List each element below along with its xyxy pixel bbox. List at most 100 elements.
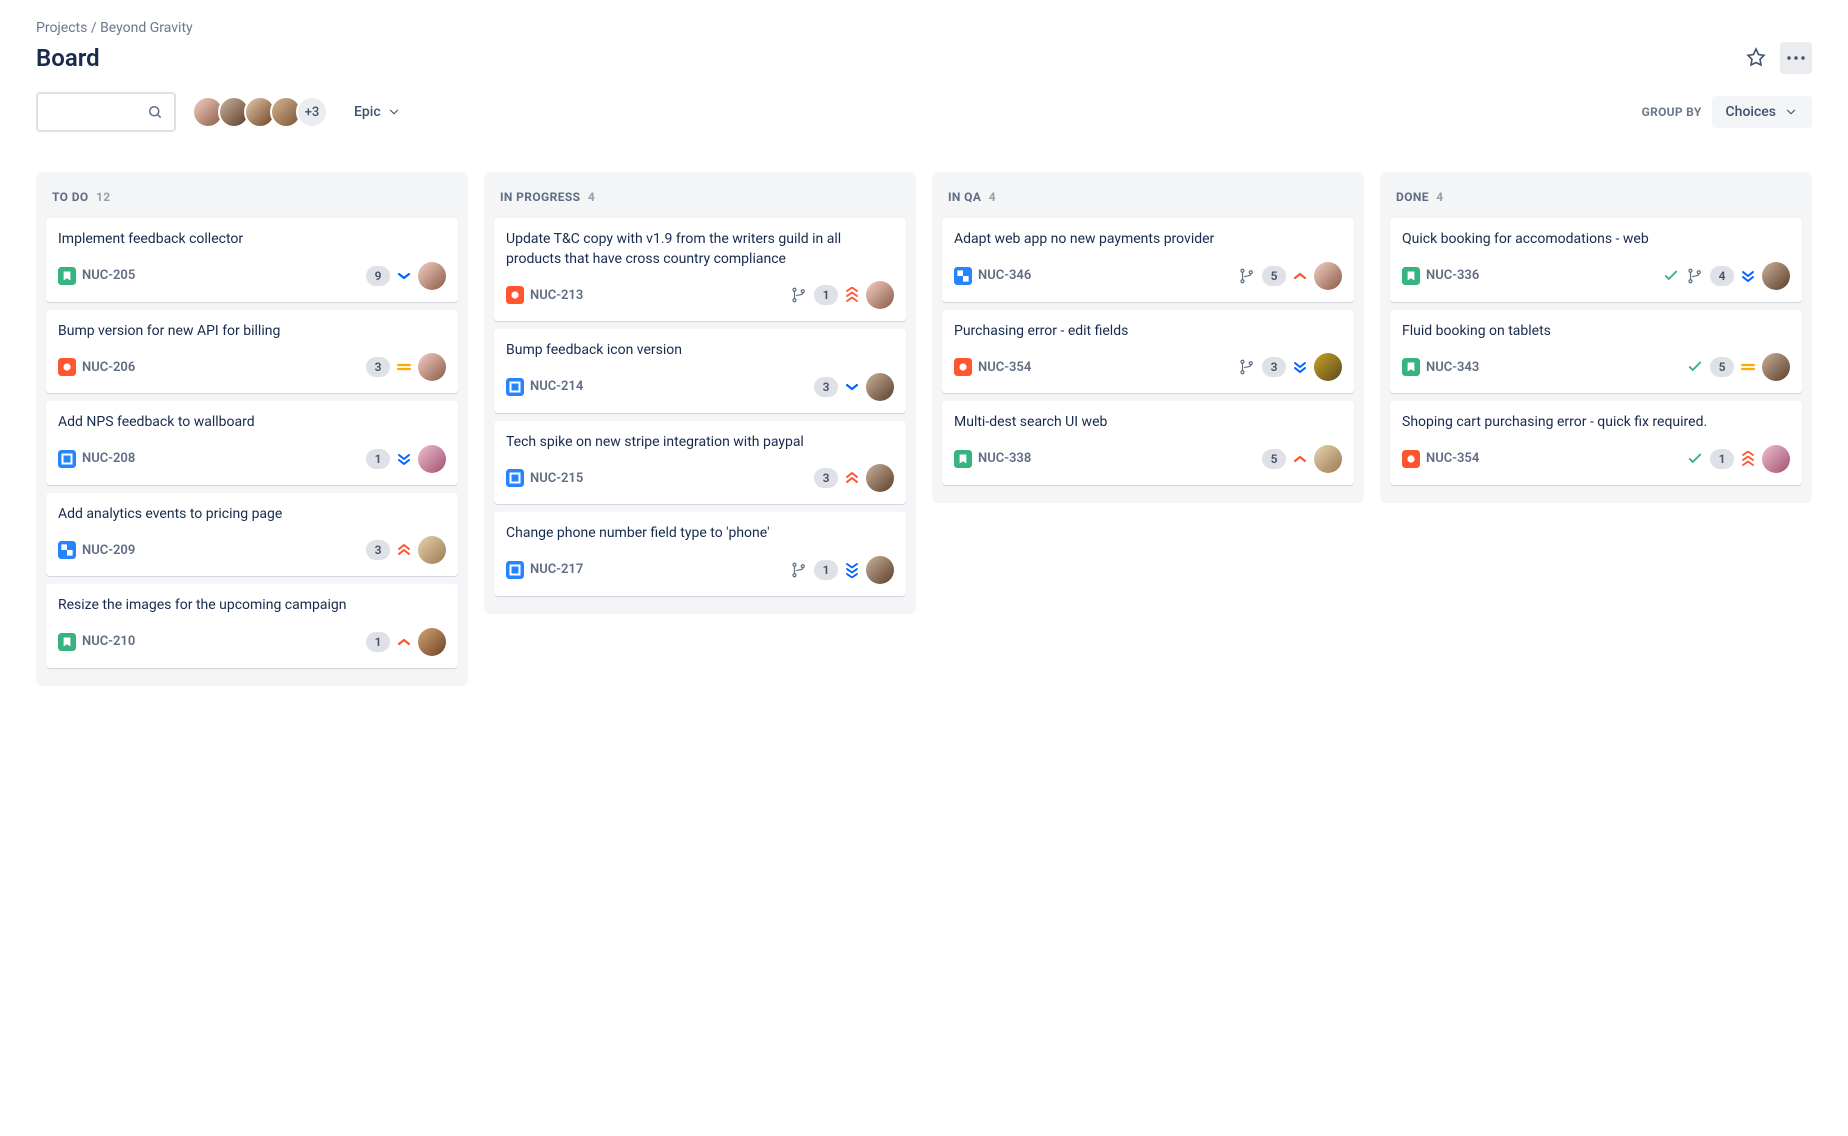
- issue-card[interactable]: Update T&C copy with v1.9 from the write…: [494, 218, 906, 321]
- assignee-avatar[interactable]: [418, 628, 446, 656]
- assignee-avatar[interactable]: [418, 353, 446, 381]
- column-title: IN QA: [948, 190, 981, 204]
- card-title: Update T&C copy with v1.9 from the write…: [506, 230, 894, 269]
- assignee-avatar[interactable]: [866, 556, 894, 584]
- assignee-avatar[interactable]: [418, 445, 446, 473]
- issue-key: NUC-354: [978, 360, 1031, 375]
- assignee-avatar[interactable]: [1762, 353, 1790, 381]
- column-title: IN PROGRESS: [500, 190, 580, 204]
- issue-card[interactable]: Bump version for new API for billingNUC-…: [46, 310, 458, 394]
- column-count: 4: [989, 190, 996, 204]
- issue-card[interactable]: Implement feedback collectorNUC-2059: [46, 218, 458, 302]
- star-button[interactable]: [1740, 42, 1772, 74]
- priority-lowest-icon: [1740, 268, 1756, 284]
- search-input[interactable]: [36, 92, 176, 132]
- bug-issue-type-icon: [506, 286, 524, 304]
- assignee-avatar[interactable]: [866, 373, 894, 401]
- branch-icon: [1238, 267, 1256, 285]
- issue-key: NUC-343: [1426, 360, 1479, 375]
- bug-issue-type-icon: [954, 358, 972, 376]
- column-header: IN QA 4: [942, 182, 1354, 218]
- group-by-select[interactable]: Choices: [1712, 96, 1812, 128]
- issue-card[interactable]: Tech spike on new stripe integration wit…: [494, 421, 906, 505]
- more-button[interactable]: [1780, 42, 1812, 74]
- priority-high-icon: [844, 470, 860, 486]
- breadcrumb-project[interactable]: Beyond Gravity: [100, 20, 193, 36]
- avatar-overflow[interactable]: +3: [296, 96, 328, 128]
- column-header: IN PROGRESS 4: [494, 182, 906, 218]
- branch-icon: [790, 286, 808, 304]
- card-title: Change phone number field type to 'phone…: [506, 524, 894, 544]
- issue-card[interactable]: Add NPS feedback to wallboardNUC-2081: [46, 401, 458, 485]
- avatar-stack[interactable]: +3: [192, 96, 328, 128]
- chevron-down-icon: [387, 105, 401, 119]
- epic-filter[interactable]: Epic: [344, 98, 411, 126]
- issue-card[interactable]: Purchasing error - edit fieldsNUC-3543: [942, 310, 1354, 394]
- issue-card[interactable]: Shoping cart purchasing error - quick fi…: [1390, 401, 1802, 485]
- column: TO DO 12Implement feedback collectorNUC-…: [36, 172, 468, 686]
- column: IN QA 4Adapt web app no new payments pro…: [932, 172, 1364, 503]
- issue-card[interactable]: Resize the images for the upcoming campa…: [46, 584, 458, 668]
- issue-card[interactable]: Change phone number field type to 'phone…: [494, 512, 906, 596]
- issue-card[interactable]: Bump feedback icon versionNUC-2143: [494, 329, 906, 413]
- priority-lowest3-icon: [844, 562, 860, 578]
- story-points-badge: 1: [814, 285, 838, 305]
- bug-issue-type-icon: [58, 358, 76, 376]
- priority-high-single-icon: [1292, 268, 1308, 284]
- story-points-badge: 3: [366, 357, 390, 377]
- done-check-icon: [1662, 267, 1680, 285]
- task-issue-type-icon: [506, 561, 524, 579]
- story-points-badge: 3: [814, 468, 838, 488]
- assignee-avatar[interactable]: [1762, 445, 1790, 473]
- card-title: Bump feedback icon version: [506, 341, 894, 361]
- story-points-badge: 9: [366, 266, 390, 286]
- story-issue-type-icon: [1402, 267, 1420, 285]
- issue-card[interactable]: Fluid booking on tablets NUC-343 5: [1390, 310, 1802, 394]
- story-points-badge: 1: [366, 449, 390, 469]
- story-points-badge: 1: [814, 560, 838, 580]
- task-issue-type-icon: [506, 378, 524, 396]
- story-issue-type-icon: [1402, 358, 1420, 376]
- issue-card[interactable]: Multi-dest search UI webNUC-3385: [942, 401, 1354, 485]
- issue-card[interactable]: Quick booking for accomodations - webNUC…: [1390, 218, 1802, 302]
- priority-highest-icon: [844, 287, 860, 303]
- column-count: 12: [96, 190, 111, 204]
- issue-key: NUC-346: [978, 268, 1031, 283]
- issue-key: NUC-354: [1426, 451, 1479, 466]
- assignee-avatar[interactable]: [1314, 262, 1342, 290]
- story-points-badge: 5: [1710, 357, 1734, 377]
- subtask-issue-type-icon: [954, 267, 972, 285]
- breadcrumb: Projects / Beyond Gravity: [36, 20, 1812, 36]
- assignee-avatar[interactable]: [418, 536, 446, 564]
- issue-card[interactable]: Add analytics events to pricing pageNUC-…: [46, 493, 458, 577]
- priority-low-icon: [396, 268, 412, 284]
- story-points-badge: 5: [1262, 266, 1286, 286]
- page-title: Board: [36, 44, 100, 72]
- story-points-badge: 3: [366, 540, 390, 560]
- story-points-badge: 3: [1262, 357, 1286, 377]
- priority-medium-icon: [396, 359, 412, 375]
- task-issue-type-icon: [58, 450, 76, 468]
- priority-lowest-icon: [1292, 359, 1308, 375]
- issue-key: NUC-336: [1426, 268, 1479, 283]
- column-count: 4: [1436, 190, 1443, 204]
- priority-high-single-icon: [1292, 451, 1308, 467]
- assignee-avatar[interactable]: [1314, 353, 1342, 381]
- column: IN PROGRESS 4 Update T&C copy with v1.9 f…: [484, 172, 916, 614]
- card-title: Multi-dest search UI web: [954, 413, 1342, 433]
- priority-low-icon: [844, 379, 860, 395]
- issue-key: NUC-213: [530, 288, 583, 303]
- assignee-avatar[interactable]: [1762, 262, 1790, 290]
- board: TO DO 12Implement feedback collectorNUC-…: [36, 172, 1812, 686]
- breadcrumb-projects[interactable]: Projects: [36, 20, 87, 36]
- issue-key: NUC-209: [82, 543, 135, 558]
- card-title: Fluid booking on tablets: [1402, 322, 1790, 342]
- assignee-avatar[interactable]: [1314, 445, 1342, 473]
- story-points-badge: 1: [366, 632, 390, 652]
- card-title: Implement feedback collector: [58, 230, 446, 250]
- subtask-issue-type-icon: [58, 541, 76, 559]
- assignee-avatar[interactable]: [866, 464, 894, 492]
- assignee-avatar[interactable]: [418, 262, 446, 290]
- issue-card[interactable]: Adapt web app no new payments providerNU…: [942, 218, 1354, 302]
- assignee-avatar[interactable]: [866, 281, 894, 309]
